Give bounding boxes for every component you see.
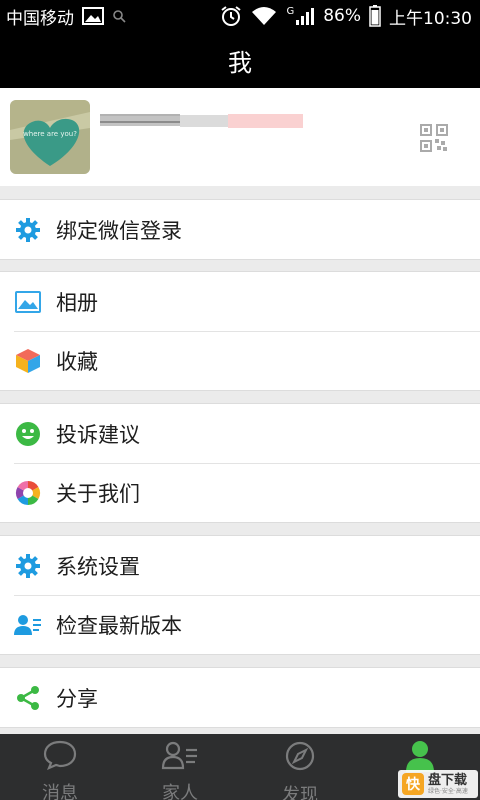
profile-card[interactable]: where are you? xyxy=(0,88,480,186)
tab-messages[interactable]: 消息 xyxy=(0,734,120,800)
compass-icon xyxy=(284,740,316,777)
menu-item-label: 收藏 xyxy=(56,349,98,374)
menu-item-feedback[interactable]: 投诉建议 xyxy=(0,404,480,463)
battery-icon xyxy=(369,5,381,27)
page-title: 我 xyxy=(228,48,252,77)
menu-group-account: 绑定微信登录 xyxy=(0,199,480,260)
chat-bubble-icon xyxy=(43,740,77,775)
site-watermark: 快 盘下载 绿色·安全·高速 xyxy=(398,770,478,798)
gallery-notification-icon xyxy=(82,7,104,25)
album-icon xyxy=(14,288,42,316)
tab-family[interactable]: 家人 xyxy=(120,734,240,800)
menu-item-about[interactable]: 关于我们 xyxy=(0,463,480,522)
wifi-icon xyxy=(250,6,278,26)
tab-discover[interactable]: 发现 xyxy=(240,734,360,800)
menu-item-label: 分享 xyxy=(56,686,98,711)
menu-group-settings: 系统设置 检查最新版本 xyxy=(0,535,480,655)
signal-icon: G xyxy=(286,6,315,26)
menu-item-label: 关于我们 xyxy=(56,481,140,506)
menu-item-label: 检查最新版本 xyxy=(56,613,182,638)
me-page-content: where are you? 绑定微信登录 相册 收藏 投诉建议 关于我们 系统… xyxy=(0,88,480,734)
page-header: 我 xyxy=(0,32,480,88)
battery-percent: 86% xyxy=(323,6,361,26)
tab-label: 消息 xyxy=(42,783,78,800)
menu-item-favorites[interactable]: 收藏 xyxy=(0,331,480,390)
avatar[interactable]: where are you? xyxy=(10,100,90,174)
search-notification-icon xyxy=(112,9,126,23)
user-list-icon xyxy=(14,611,42,639)
status-bar: 中国移动 G 86% 上午10:30 xyxy=(0,0,480,32)
menu-group-media: 相册 收藏 xyxy=(0,271,480,391)
menu-group-feedback: 投诉建议 关于我们 xyxy=(0,403,480,523)
watermark-subtitle: 绿色·安全·高速 xyxy=(428,787,468,795)
network-type-label: G xyxy=(286,6,295,17)
avatar-text: where are you? xyxy=(23,130,77,138)
smiley-icon xyxy=(14,420,42,448)
alarm-clock-icon xyxy=(220,5,242,27)
menu-item-label: 投诉建议 xyxy=(56,422,140,447)
menu-group-share: 分享 xyxy=(0,667,480,728)
carrier-label: 中国移动 xyxy=(6,8,74,29)
watermark-logo: 快 xyxy=(402,773,424,795)
menu-item-check-update[interactable]: 检查最新版本 xyxy=(0,595,480,654)
menu-item-share[interactable]: 分享 xyxy=(0,668,480,727)
menu-item-label: 相册 xyxy=(56,290,98,315)
gear-icon xyxy=(14,216,42,244)
menu-item-system-settings[interactable]: 系统设置 xyxy=(0,536,480,595)
menu-item-album[interactable]: 相册 xyxy=(0,272,480,331)
cube-icon xyxy=(14,347,42,375)
tab-label: 发现 xyxy=(282,785,318,800)
menu-item-bind-wechat[interactable]: 绑定微信登录 xyxy=(0,200,480,259)
gear-icon xyxy=(14,552,42,580)
profile-name-blurred xyxy=(100,112,305,130)
share-icon xyxy=(14,684,42,712)
contacts-icon xyxy=(161,740,199,775)
aperture-icon xyxy=(14,479,42,507)
watermark-title: 盘下载 xyxy=(428,772,468,788)
menu-item-label: 系统设置 xyxy=(56,554,140,579)
menu-item-label: 绑定微信登录 xyxy=(56,218,182,243)
qr-code-icon[interactable] xyxy=(420,124,448,152)
tab-label: 家人 xyxy=(162,783,198,800)
clock: 上午10:30 xyxy=(389,8,472,29)
